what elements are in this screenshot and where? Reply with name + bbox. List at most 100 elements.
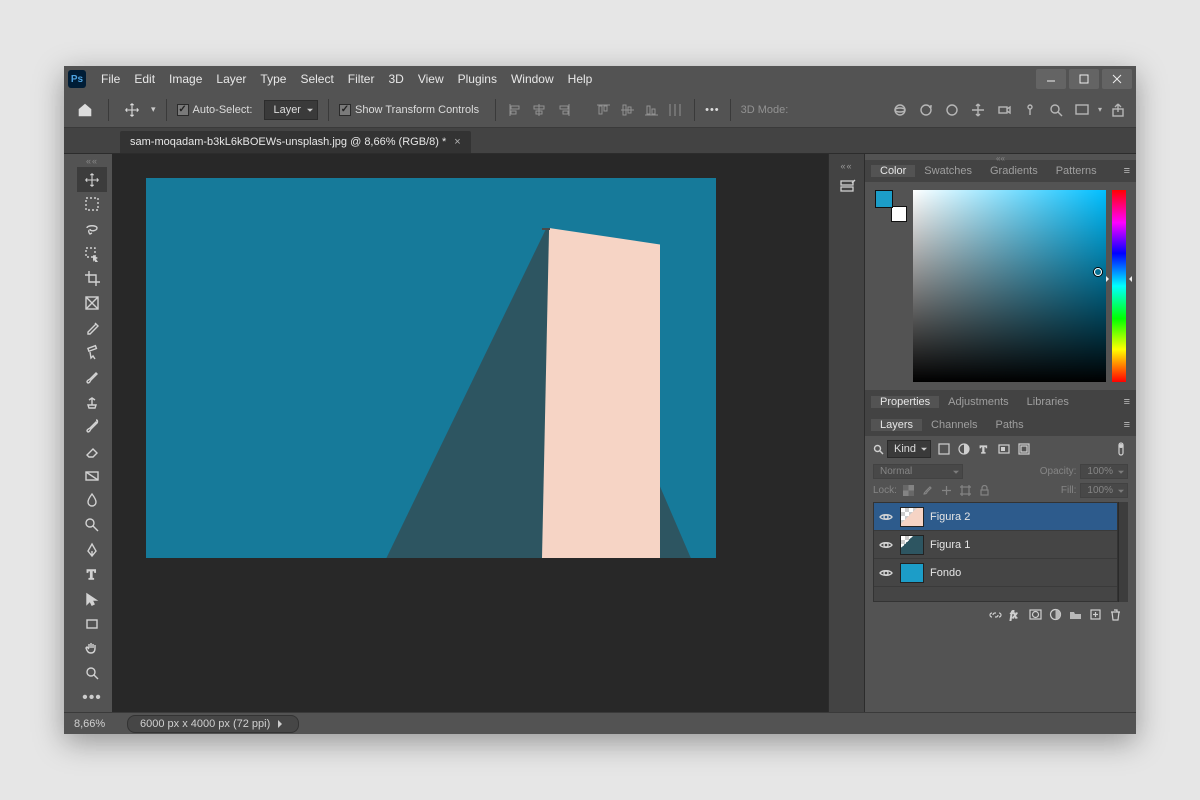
move-tool[interactable] <box>77 167 107 192</box>
filter-toggle-icon[interactable] <box>1114 442 1128 456</box>
dodge-tool[interactable] <box>77 513 107 538</box>
zoom-level[interactable]: 8,66% <box>74 718 119 730</box>
menu-select[interactable]: Select <box>293 72 340 86</box>
tab-swatches[interactable]: Swatches <box>915 165 981 177</box>
panel-menu-icon[interactable]: ≡ <box>1118 396 1136 408</box>
menu-filter[interactable]: Filter <box>341 72 382 86</box>
chevron-down-icon[interactable]: ▾ <box>151 104 156 115</box>
panel-menu-icon[interactable]: ≡ <box>1118 165 1136 177</box>
layer-scrollbar[interactable] <box>1118 502 1128 602</box>
new-layer-icon[interactable] <box>1088 607 1102 621</box>
rectangle-tool[interactable] <box>77 611 107 636</box>
fill-field[interactable]: 100% <box>1080 483 1128 498</box>
layer-kind-filter[interactable]: Kind <box>887 440 931 458</box>
lock-image-icon[interactable] <box>921 484 935 498</box>
crop-tool[interactable] <box>77 266 107 291</box>
layer-name[interactable]: Figura 2 <box>930 511 970 523</box>
chevron-right-icon[interactable] <box>278 720 286 728</box>
filter-shape-icon[interactable] <box>997 442 1011 456</box>
tab-libraries[interactable]: Libraries <box>1018 396 1078 408</box>
layer-thumbnail[interactable] <box>900 507 924 527</box>
3d-pan-icon[interactable] <box>942 100 962 120</box>
align-right-edges-icon[interactable] <box>554 101 572 119</box>
tab-color[interactable]: Color <box>871 165 915 177</box>
hand-tool[interactable] <box>77 636 107 661</box>
show-transform-checkbox[interactable]: ✓ <box>339 104 351 116</box>
align-left-edges-icon[interactable] <box>506 101 524 119</box>
tab-adjustments[interactable]: Adjustments <box>939 396 1018 408</box>
align-bottom-edges-icon[interactable] <box>642 101 660 119</box>
filter-smartobject-icon[interactable] <box>1017 442 1031 456</box>
clone-stamp-tool[interactable] <box>77 389 107 414</box>
lock-artboard-icon[interactable] <box>959 484 973 498</box>
layer-item[interactable]: Figura 2 <box>874 503 1117 531</box>
menu-window[interactable]: Window <box>504 72 561 86</box>
3d-roll-icon[interactable] <box>916 100 936 120</box>
hue-slider-handle[interactable] <box>1109 276 1129 280</box>
auto-select-checkbox[interactable]: ✓ <box>177 104 189 116</box>
marquee-tool[interactable] <box>77 192 107 217</box>
canvas-area[interactable] <box>112 154 828 712</box>
menu-layer[interactable]: Layer <box>209 72 253 86</box>
link-layers-icon[interactable] <box>988 607 1002 621</box>
layer-item[interactable]: Figura 1 <box>874 531 1117 559</box>
lasso-tool[interactable] <box>77 217 107 242</box>
close-tab-icon[interactable]: × <box>454 136 460 148</box>
panel-menu-icon[interactable]: ≡ <box>1118 419 1136 431</box>
align-top-edges-icon[interactable] <box>594 101 612 119</box>
menu-image[interactable]: Image <box>162 72 209 86</box>
color-picker-marker[interactable] <box>1094 268 1102 276</box>
visibility-toggle-icon[interactable] <box>878 509 894 525</box>
document-tab[interactable]: sam-moqadam-b3kL6kBOEWs-unsplash.jpg @ 8… <box>120 131 471 153</box>
tab-gradients[interactable]: Gradients <box>981 165 1047 177</box>
adjustment-layer-icon[interactable] <box>1048 607 1062 621</box>
foreground-color-swatch[interactable] <box>875 190 893 208</box>
type-tool[interactable]: T <box>77 562 107 587</box>
history-brush-tool[interactable] <box>77 414 107 439</box>
dock-handle[interactable]: «« <box>836 162 858 170</box>
3d-camera-icon[interactable] <box>994 100 1014 120</box>
delete-layer-icon[interactable] <box>1108 607 1122 621</box>
history-panel-icon[interactable] <box>836 176 858 198</box>
3d-light-icon[interactable] <box>1020 100 1040 120</box>
share-icon[interactable] <box>1108 100 1128 120</box>
eyedropper-tool[interactable] <box>77 315 107 340</box>
chevron-down-icon[interactable]: ▾ <box>1098 105 1102 114</box>
gradient-tool[interactable] <box>77 463 107 488</box>
layer-style-icon[interactable]: fx <box>1008 607 1022 621</box>
align-vertical-centers-icon[interactable] <box>618 101 636 119</box>
zoom-tool[interactable] <box>77 661 107 686</box>
foreground-background-swatch[interactable] <box>875 190 907 222</box>
frame-tool[interactable] <box>77 291 107 316</box>
toolbox-handle[interactable]: «« <box>77 156 107 167</box>
auto-select-option[interactable]: ✓ Auto-Select: <box>177 104 253 116</box>
menu-3d[interactable]: 3D <box>381 72 410 86</box>
menu-type[interactable]: Type <box>253 72 293 86</box>
eraser-tool[interactable] <box>77 439 107 464</box>
filter-type-icon[interactable]: T <box>977 442 991 456</box>
window-minimize-button[interactable] <box>1036 69 1066 89</box>
filter-adjustment-icon[interactable] <box>957 442 971 456</box>
object-select-tool[interactable] <box>77 241 107 266</box>
canvas[interactable] <box>146 178 716 558</box>
layer-name[interactable]: Figura 1 <box>930 539 970 551</box>
window-maximize-button[interactable] <box>1069 69 1099 89</box>
menu-file[interactable]: File <box>94 72 127 86</box>
healing-brush-tool[interactable] <box>77 340 107 365</box>
tab-layers[interactable]: Layers <box>871 419 922 431</box>
blend-mode-dropdown[interactable]: Normal <box>873 464 963 479</box>
tab-properties[interactable]: Properties <box>871 396 939 408</box>
layer-name[interactable]: Fondo <box>930 567 961 579</box>
filter-pixel-icon[interactable] <box>937 442 951 456</box>
align-horizontal-centers-icon[interactable] <box>530 101 548 119</box>
menu-edit[interactable]: Edit <box>127 72 162 86</box>
tab-channels[interactable]: Channels <box>922 419 986 431</box>
screen-mode-icon[interactable] <box>1072 100 1092 120</box>
tab-paths[interactable]: Paths <box>987 419 1033 431</box>
layer-mask-icon[interactable] <box>1028 607 1042 621</box>
opacity-field[interactable]: 100% <box>1080 464 1128 479</box>
edit-toolbar-button[interactable]: ••• <box>77 686 107 711</box>
layer-item[interactable]: Fondo <box>874 559 1117 587</box>
menu-plugins[interactable]: Plugins <box>451 72 504 86</box>
lock-position-icon[interactable] <box>940 484 954 498</box>
